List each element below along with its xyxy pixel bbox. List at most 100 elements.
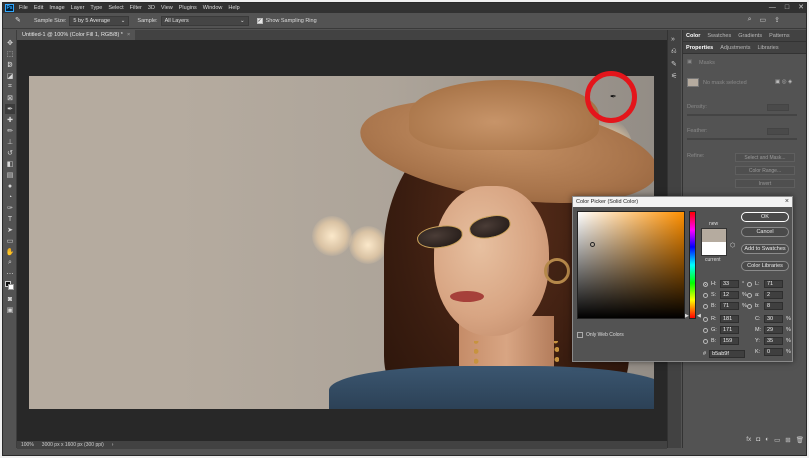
zoom-level[interactable]: 100% — [21, 442, 34, 448]
menu-view[interactable]: View — [161, 5, 173, 11]
lab-b-radio[interactable] — [747, 303, 752, 309]
red-input[interactable]: 181 — [720, 315, 739, 323]
menu-select[interactable]: Select — [108, 5, 123, 11]
chevron-right-icon[interactable]: › — [112, 442, 114, 448]
close-icon[interactable]: × — [785, 198, 789, 205]
tab-adjustments[interactable]: Adjustments — [720, 45, 750, 51]
tab-patterns[interactable]: Patterns — [769, 33, 789, 39]
eyedropper-tool-icon[interactable]: ✎ — [15, 16, 24, 25]
show-ring-checkbox[interactable]: ✓ — [256, 17, 263, 24]
mask-add-icon[interactable]: ◘ — [756, 436, 760, 444]
minimize-button[interactable]: — — [769, 3, 776, 13]
current-color-swatch[interactable] — [701, 242, 727, 256]
feather-field[interactable] — [767, 128, 789, 135]
menu-type[interactable]: Type — [90, 5, 102, 11]
cyan-input[interactable]: 30 — [764, 315, 783, 323]
sample-size-select[interactable]: 5 by 5 Average ⌄ — [69, 15, 130, 26]
menu-help[interactable]: Help — [228, 5, 239, 11]
lab-a-input[interactable]: 2 — [764, 291, 783, 299]
color-libraries-button[interactable]: Color Libraries — [741, 261, 789, 271]
healing-brush-icon[interactable]: ✚ — [5, 115, 15, 125]
lab-b-input[interactable]: 8 — [764, 302, 783, 310]
select-and-mask-button[interactable]: Select and Mask... — [735, 153, 795, 162]
dodge-tool-icon[interactable]: ◔ — [5, 192, 15, 202]
red-radio[interactable] — [703, 316, 708, 322]
document-tab[interactable]: Untitled-1 @ 100% (Color Fill 1, RGB/8) … — [17, 30, 136, 40]
brush-tool-icon[interactable]: ✏ — [5, 126, 15, 136]
tab-gradients[interactable]: Gradients — [738, 33, 762, 39]
tab-swatches[interactable]: Swatches — [707, 33, 731, 39]
workspace-icon[interactable]: ▭ — [760, 16, 767, 24]
saturation-input[interactable]: 12 — [720, 291, 739, 299]
lab-l-input[interactable]: 71 — [764, 280, 783, 288]
color-field-marker[interactable] — [590, 242, 595, 247]
blur-tool-icon[interactable]: ● — [5, 181, 15, 191]
color-swatches-icon[interactable] — [5, 281, 15, 291]
menu-3d[interactable]: 3D — [148, 5, 155, 11]
eraser-tool-icon[interactable]: ◧ — [5, 159, 15, 169]
move-tool-icon[interactable]: ✥ — [5, 38, 15, 48]
close-button[interactable]: ✕ — [798, 3, 804, 13]
invert-button[interactable]: Invert — [735, 179, 795, 188]
only-web-colors-checkbox[interactable] — [577, 332, 583, 338]
brush-panel-icon[interactable]: ✎ — [671, 60, 680, 69]
eyedropper-icon[interactable]: ✒ — [5, 104, 15, 114]
trash-icon[interactable]: 🗑 — [796, 436, 804, 444]
hue-radio[interactable] — [703, 281, 708, 287]
only-web-colors[interactable]: Only Web Colors — [577, 332, 624, 338]
hex-input[interactable]: b5ab9f — [709, 350, 746, 358]
blue-radio[interactable] — [703, 338, 708, 344]
menu-plugins[interactable]: Plugins — [179, 5, 197, 11]
density-slider[interactable] — [687, 114, 797, 116]
tab-libraries[interactable]: Libraries — [757, 45, 778, 51]
menu-window[interactable]: Window — [203, 5, 223, 11]
clone-stamp-icon[interactable]: ⊥ — [5, 137, 15, 147]
color-range-button[interactable]: Color Range... — [735, 166, 795, 175]
adjust-panel-icon[interactable]: ⚟ — [671, 72, 680, 81]
menu-file[interactable]: File — [19, 5, 28, 11]
ok-button[interactable]: OK — [741, 212, 789, 222]
folder-icon[interactable]: ▭ — [774, 436, 780, 444]
brightness-radio[interactable] — [703, 303, 708, 309]
quick-mask-icon[interactable]: ◙ — [5, 294, 15, 304]
green-input[interactable]: 171 — [720, 326, 739, 334]
crop-tool-icon[interactable]: ⌗ — [5, 82, 15, 92]
cancel-button[interactable]: Cancel — [741, 227, 789, 237]
green-radio[interactable] — [703, 327, 708, 333]
hue-marker-left-icon[interactable]: ▶ — [685, 313, 689, 319]
brightness-input[interactable]: 71 — [720, 302, 739, 310]
document-canvas[interactable] — [29, 76, 654, 409]
history-panel-icon[interactable]: ⎌ — [671, 48, 680, 57]
maximize-button[interactable]: □ — [785, 3, 789, 13]
collapse-icon[interactable]: » — [671, 36, 680, 45]
gradient-tool-icon[interactable]: ▤ — [5, 170, 15, 180]
lab-a-radio[interactable] — [747, 292, 752, 298]
menu-edit[interactable]: Edit — [34, 5, 43, 11]
gamut-cube-icon[interactable]: ⬡ — [730, 242, 735, 249]
marquee-tool-icon[interactable]: ⬚ — [5, 49, 15, 59]
object-selection-tool-icon[interactable]: ◪ — [5, 71, 15, 81]
rectangle-tool-icon[interactable]: ▭ — [5, 236, 15, 246]
lasso-tool-icon[interactable]: ↁ — [5, 60, 15, 70]
blue-input[interactable]: 159 — [720, 337, 739, 345]
saturation-radio[interactable] — [703, 292, 708, 298]
type-tool-icon[interactable]: T — [5, 214, 15, 224]
tab-properties[interactable]: Properties — [686, 45, 713, 51]
frame-tool-icon[interactable]: ⊠ — [5, 93, 15, 103]
search-icon[interactable]: ⌕ — [748, 16, 752, 24]
history-brush-icon[interactable]: ↺ — [5, 148, 15, 158]
path-selection-icon[interactable]: ➤ — [5, 225, 15, 235]
menu-image[interactable]: Image — [49, 5, 64, 11]
screen-mode-icon[interactable]: ▣ — [5, 305, 15, 315]
fx-icon[interactable]: fx — [746, 436, 751, 444]
hand-tool-icon[interactable]: ✋ — [5, 247, 15, 257]
sample-select[interactable]: All Layers ⌄ — [160, 15, 249, 26]
density-field[interactable] — [767, 104, 789, 111]
zoom-tool-icon[interactable]: ⌕ — [5, 258, 15, 268]
share-icon[interactable]: ⇪ — [774, 16, 780, 24]
color-field[interactable] — [577, 211, 685, 319]
feather-slider[interactable] — [687, 138, 797, 140]
hue-marker-right-icon[interactable]: ◀ — [697, 313, 701, 319]
more-tools-icon[interactable]: ⋯ — [5, 269, 15, 279]
pen-tool-icon[interactable]: ✑ — [5, 203, 15, 213]
